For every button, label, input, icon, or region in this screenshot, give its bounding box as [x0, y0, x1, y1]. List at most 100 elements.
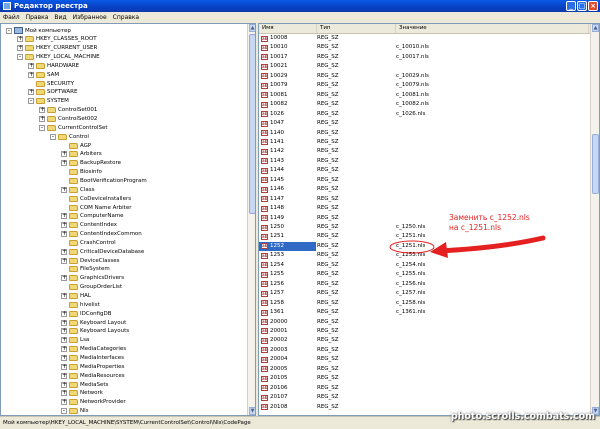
- expand-icon[interactable]: +: [39, 107, 45, 114]
- tree-scroll-thumb[interactable]: [249, 34, 255, 214]
- value-row[interactable]: ab 10021 REG_SZ: [259, 62, 589, 71]
- expand-icon[interactable]: +: [61, 310, 67, 317]
- collapse-icon[interactable]: -: [17, 54, 23, 61]
- tree-node[interactable]: Biosinfo: [61, 168, 102, 177]
- tree-node[interactable]: + SOFTWARE: [28, 88, 77, 97]
- tree-node[interactable]: + ComputerName: [61, 212, 124, 221]
- expand-icon[interactable]: +: [39, 116, 45, 122]
- column-header-value[interactable]: Значение: [396, 24, 589, 33]
- value-row[interactable]: ab 20004 REG_SZ: [259, 355, 589, 364]
- tree-scrollbar[interactable]: ▲ ▼: [247, 24, 255, 415]
- value-row[interactable]: ab 1254 REG_SZ c_1254.nls: [259, 261, 589, 270]
- tree-node[interactable]: + HARDWARE: [28, 61, 79, 70]
- tree-node[interactable]: + Keyboard Layout: [61, 318, 126, 327]
- value-row[interactable]: ab 1141 REG_SZ: [259, 138, 589, 147]
- expand-icon[interactable]: +: [28, 89, 34, 96]
- expand-icon[interactable]: +: [61, 346, 67, 353]
- tree-node[interactable]: + GraphicsDrivers: [61, 274, 124, 283]
- tree-node[interactable]: - Control: [50, 132, 89, 141]
- tree-node[interactable]: + MediaResources: [61, 371, 125, 380]
- value-row[interactable]: ab 1148 REG_SZ: [259, 204, 589, 213]
- expand-icon[interactable]: +: [61, 381, 67, 388]
- collapse-icon[interactable]: -: [39, 124, 45, 131]
- tree-node[interactable]: + Lsa: [61, 336, 89, 345]
- expand-icon[interactable]: +: [28, 71, 34, 78]
- value-row[interactable]: ab 20001 REG_SZ: [259, 327, 589, 336]
- value-row[interactable]: ab 10008 REG_SZ: [259, 34, 589, 43]
- menu-view[interactable]: Вид: [51, 12, 69, 23]
- expand-icon[interactable]: +: [61, 293, 67, 299]
- value-row[interactable]: ab 20107 REG_SZ: [259, 393, 589, 402]
- expand-icon[interactable]: +: [61, 248, 67, 255]
- expand-icon[interactable]: +: [61, 319, 67, 326]
- expand-icon[interactable]: +: [61, 213, 67, 220]
- value-row[interactable]: ab 1146 REG_SZ: [259, 185, 589, 194]
- tree-node[interactable]: + Keyboard Layouts: [61, 327, 129, 336]
- value-row[interactable]: ab 1147 REG_SZ: [259, 195, 589, 204]
- expand-icon[interactable]: +: [61, 222, 67, 229]
- value-row[interactable]: ab 1047 REG_SZ: [259, 119, 589, 128]
- expand-icon[interactable]: +: [61, 354, 67, 361]
- menu-edit[interactable]: Правка: [23, 12, 52, 23]
- expand-icon[interactable]: +: [61, 257, 67, 264]
- maximize-button[interactable]: □: [577, 1, 587, 11]
- tree-node[interactable]: - Nls: [61, 407, 89, 415]
- value-row[interactable]: ab 1253 REG_SZ c_1253.nls: [259, 251, 589, 260]
- tree-node[interactable]: + Arbiters: [61, 150, 102, 159]
- tree-scroll-up-arrow-icon[interactable]: ▲: [249, 24, 255, 32]
- value-row[interactable]: ab 1142 REG_SZ: [259, 147, 589, 156]
- tree-node[interactable]: + ControlSet002: [39, 115, 97, 124]
- value-row[interactable]: ab 20005 REG_SZ: [259, 365, 589, 374]
- tree-node[interactable]: + Class: [61, 185, 94, 194]
- tree-node[interactable]: hivelist: [61, 300, 100, 309]
- tree-node[interactable]: COM Name Arbiter: [61, 203, 131, 212]
- menu-help[interactable]: Справка: [110, 12, 142, 23]
- expand-icon[interactable]: +: [61, 372, 67, 379]
- tree-node[interactable]: + HAL: [61, 292, 91, 301]
- value-row[interactable]: ab 10082 REG_SZ c_10082.nls: [259, 100, 589, 109]
- close-button[interactable]: ×: [588, 1, 598, 11]
- value-row[interactable]: ab 20002 REG_SZ: [259, 336, 589, 345]
- column-header-type[interactable]: Тип: [317, 24, 396, 33]
- value-row[interactable]: ab 1144 REG_SZ: [259, 166, 589, 175]
- expand-icon[interactable]: +: [61, 186, 67, 193]
- minimize-button[interactable]: _: [566, 1, 576, 11]
- tree-node[interactable]: - CurrentControlSet: [39, 123, 108, 132]
- tree-node[interactable]: + SAM: [28, 70, 59, 79]
- values-scroll-thumb[interactable]: [592, 134, 599, 194]
- value-row-selected[interactable]: ab 1252 REG_SZ c_1251.nls: [259, 241, 589, 251]
- tree-node[interactable]: SECURITY: [28, 79, 74, 88]
- tree-node[interactable]: + DeviceClasses: [61, 256, 120, 265]
- value-row[interactable]: ab 10010 REG_SZ c_10010.nls: [259, 43, 589, 52]
- value-row[interactable]: ab 1361 REG_SZ c_1361.nls: [259, 308, 589, 317]
- tree-node[interactable]: + MediaCategories: [61, 345, 126, 354]
- collapse-icon[interactable]: -: [28, 98, 34, 105]
- menu-favorites[interactable]: Избранное: [70, 12, 110, 23]
- tree-node[interactable]: - HKEY_LOCAL_MACHINE: [17, 53, 100, 62]
- value-row[interactable]: ab 20003 REG_SZ: [259, 346, 589, 355]
- tree-node[interactable]: + ContentIndex: [61, 221, 117, 230]
- tree-node[interactable]: + IDConfigDB: [61, 309, 112, 318]
- menu-file[interactable]: Файл: [0, 12, 23, 23]
- column-header-name[interactable]: Имя: [259, 24, 317, 33]
- tree-node[interactable]: + Network: [61, 389, 103, 398]
- expand-icon[interactable]: +: [61, 151, 67, 158]
- tree-node[interactable]: AGP: [61, 141, 91, 150]
- tree-node[interactable]: CoDeviceInstallers: [61, 194, 131, 203]
- expand-icon[interactable]: +: [61, 337, 67, 344]
- tree-node[interactable]: - Мой компьютер: [6, 26, 71, 35]
- tree-node[interactable]: GroupOrderList: [61, 283, 122, 292]
- value-row[interactable]: ab 1251 REG_SZ c_1251.nls: [259, 232, 589, 241]
- expand-icon[interactable]: +: [61, 275, 67, 282]
- expand-icon[interactable]: +: [17, 36, 23, 43]
- value-row[interactable]: ab 1145 REG_SZ: [259, 176, 589, 185]
- tree-node[interactable]: + MediaSets: [61, 380, 108, 389]
- tree-node[interactable]: - SYSTEM: [28, 97, 69, 106]
- tree-scroll-down-arrow-icon[interactable]: ▼: [249, 407, 255, 415]
- value-row[interactable]: ab 20000 REG_SZ: [259, 318, 589, 327]
- expand-icon[interactable]: +: [17, 45, 23, 52]
- value-row[interactable]: ab 1257 REG_SZ c_1257.nls: [259, 289, 589, 298]
- tree-node[interactable]: + ContentIndexCommon: [61, 230, 142, 239]
- value-row[interactable]: ab 10081 REG_SZ c_10081.nls: [259, 91, 589, 100]
- expand-icon[interactable]: +: [61, 363, 67, 370]
